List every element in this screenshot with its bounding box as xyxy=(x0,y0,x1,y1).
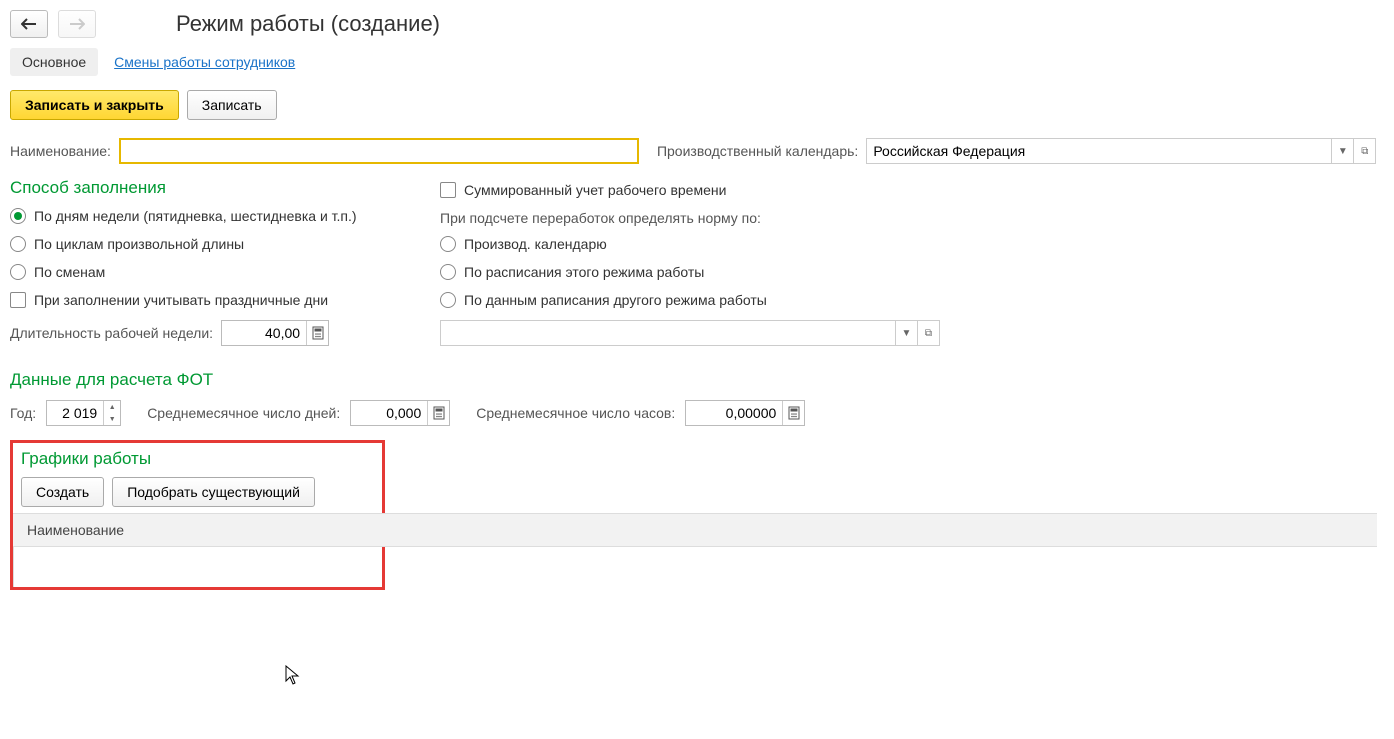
arrow-left-icon xyxy=(21,18,37,30)
fot-title: Данные для расчета ФОТ xyxy=(10,370,1384,390)
avg-hours-input[interactable] xyxy=(686,401,782,425)
calendar-label: Производственный календарь: xyxy=(657,143,858,159)
radio-by-cycles[interactable] xyxy=(10,236,26,252)
calendar-input[interactable] xyxy=(866,138,1332,164)
schedules-title: Графики работы xyxy=(21,449,374,469)
avg-hours-label: Среднемесячное число часов: xyxy=(476,405,675,421)
week-duration-label: Длительность рабочей недели: xyxy=(10,325,213,341)
save-close-button[interactable]: Записать и закрыть xyxy=(10,90,179,120)
week-duration-input[interactable] xyxy=(222,321,306,345)
back-button[interactable] xyxy=(10,10,48,38)
week-duration-calc-button[interactable] xyxy=(306,321,328,345)
radio-norm-this-sched-label: По расписания этого режима работы xyxy=(464,264,704,280)
other-sched-dropdown[interactable]: ▼ ⧉ xyxy=(440,320,940,346)
radio-norm-other-sched-label: По данным раписания другого режима работ… xyxy=(464,292,767,308)
radio-by-shifts-label: По сменам xyxy=(34,264,105,280)
other-sched-dropdown-arrow[interactable]: ▼ xyxy=(896,320,918,346)
other-sched-input[interactable] xyxy=(440,320,896,346)
create-schedule-button[interactable]: Создать xyxy=(21,477,104,507)
schedules-highlight: Графики работы Создать Подобрать существ… xyxy=(10,440,385,590)
summarized-checkbox[interactable] xyxy=(440,182,456,198)
tab-main[interactable]: Основное xyxy=(10,48,98,76)
calculator-icon xyxy=(788,406,800,420)
avg-days-input[interactable] xyxy=(351,401,427,425)
name-input[interactable] xyxy=(119,138,639,164)
norm-label: При подсчете переработок определять норм… xyxy=(440,210,1384,226)
calendar-open-button[interactable]: ⧉ xyxy=(1354,138,1376,164)
tab-shifts[interactable]: Смены работы сотрудников xyxy=(102,48,307,76)
calendar-dropdown[interactable]: ▼ ⧉ xyxy=(866,138,1376,164)
name-label: Наименование: xyxy=(10,143,111,159)
radio-by-weekdays[interactable] xyxy=(10,208,26,224)
radio-norm-prod-cal-label: Производ. календарю xyxy=(464,236,607,252)
radio-norm-this-sched[interactable] xyxy=(440,264,456,280)
schedules-table-body xyxy=(13,547,1377,587)
save-button[interactable]: Записать xyxy=(187,90,277,120)
radio-norm-other-sched[interactable] xyxy=(440,292,456,308)
year-spinner[interactable]: ▲ ▼ xyxy=(103,401,120,425)
calculator-icon xyxy=(312,326,324,340)
forward-button xyxy=(58,10,96,38)
year-spinner-up[interactable]: ▲ xyxy=(104,401,120,413)
radio-by-weekdays-label: По дням недели (пятидневка, шестидневка … xyxy=(34,208,357,224)
avg-days-calc-button[interactable] xyxy=(427,401,449,425)
year-spinner-down[interactable]: ▼ xyxy=(104,413,120,425)
radio-norm-prod-cal[interactable] xyxy=(440,236,456,252)
page-title: Режим работы (создание) xyxy=(176,11,440,37)
holidays-checkbox-label: При заполнении учитывать праздничные дни xyxy=(34,292,328,308)
toolbar: Записать и закрыть Записать xyxy=(10,90,1384,120)
year-input[interactable] xyxy=(47,401,103,425)
avg-days-label: Среднемесячное число дней: xyxy=(147,405,340,421)
avg-hours-calc-button[interactable] xyxy=(782,401,804,425)
calendar-dropdown-arrow[interactable]: ▼ xyxy=(1332,138,1354,164)
pick-schedule-button[interactable]: Подобрать существующий xyxy=(112,477,315,507)
arrow-right-icon xyxy=(69,18,85,30)
other-sched-open-button[interactable]: ⧉ xyxy=(918,320,940,346)
tabs: Основное Смены работы сотрудников xyxy=(10,48,1384,76)
summarized-checkbox-label: Суммированный учет рабочего времени xyxy=(464,182,726,198)
holidays-checkbox[interactable] xyxy=(10,292,26,308)
schedules-table-header: Наименование xyxy=(13,513,1377,547)
radio-by-shifts[interactable] xyxy=(10,264,26,280)
cursor-icon xyxy=(285,665,301,692)
calculator-icon xyxy=(433,406,445,420)
fill-method-title: Способ заполнения xyxy=(10,178,410,198)
year-label: Год: xyxy=(10,405,36,421)
radio-by-cycles-label: По циклам произвольной длины xyxy=(34,236,244,252)
